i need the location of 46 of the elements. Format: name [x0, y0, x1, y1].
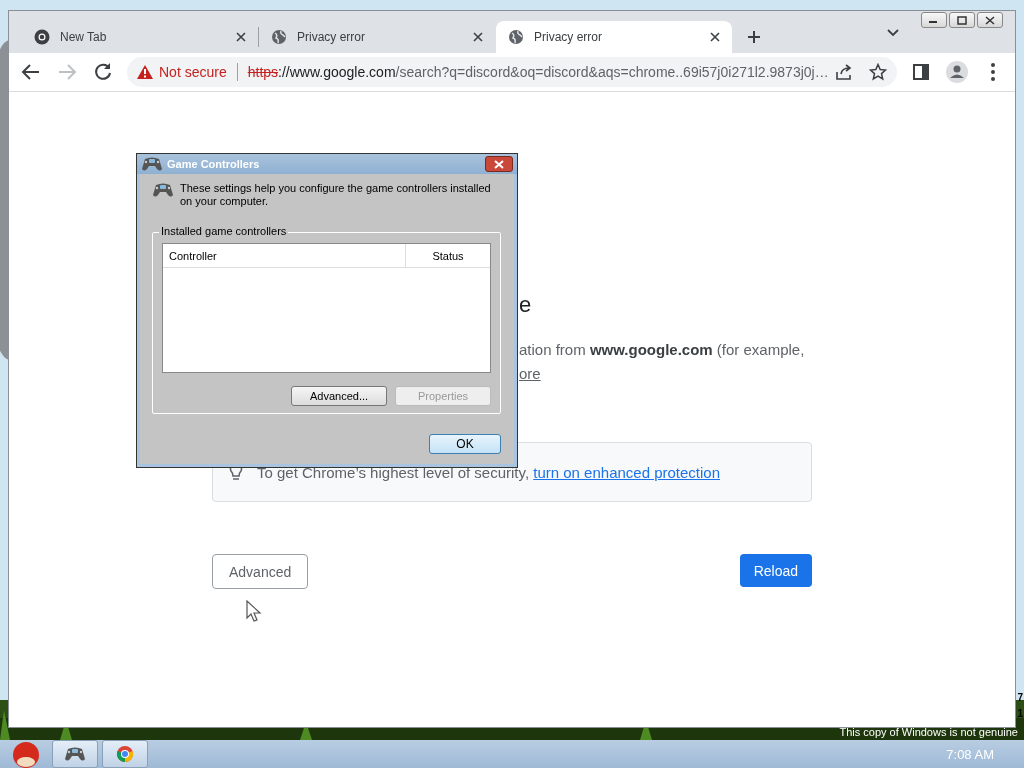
advanced-button[interactable]: Advanced [212, 554, 309, 589]
profile-icon[interactable] [945, 60, 969, 84]
gamepad-icon [152, 182, 174, 198]
ok-button[interactable]: OK [429, 434, 501, 454]
close-icon[interactable] [485, 156, 513, 172]
page-heading: e [519, 292, 533, 319]
reload-button[interactable]: Reload [739, 554, 812, 587]
gamepad-icon [64, 746, 86, 762]
desktop-text: 1 [1017, 708, 1023, 719]
browser-logo-icon [34, 29, 50, 45]
browser-tab[interactable]: Privacy error [496, 21, 732, 53]
close-icon[interactable] [710, 32, 720, 42]
minimize-icon[interactable] [921, 12, 947, 28]
desktop-text: 7 [1017, 692, 1023, 703]
browser-tab[interactable]: Privacy error [259, 21, 495, 53]
column-header[interactable]: Controller [163, 244, 406, 267]
cursor-icon [246, 600, 262, 624]
globe-icon [271, 29, 287, 45]
close-icon[interactable] [473, 32, 483, 42]
maximize-icon[interactable] [949, 12, 975, 28]
dialog-description: These settings help you configure the game controllers installed on your computer. [180, 182, 492, 208]
gamepad-icon [141, 156, 163, 172]
address-bar[interactable]: Not secure https://www.google.com/search?q=discord&oq=discord&aqs=chrome..69i57j0i271l2.9873j0j… [127, 57, 897, 87]
browser-tab[interactable]: New Tab [22, 21, 258, 53]
warning-paragraph: ation from www.google.com (for example, [519, 340, 806, 360]
close-icon[interactable] [977, 12, 1003, 28]
controllers-list[interactable]: Controller Status [162, 243, 491, 373]
group-label: Installed game controllers [159, 225, 289, 237]
star-icon[interactable] [869, 63, 887, 81]
taskbar-button[interactable] [52, 740, 98, 768]
globe-icon [508, 29, 524, 45]
url-text: https://www.google.com/search?q=discord&oq=discord&aqs=chrome..69i57j0i271l2.9873j0j… [247, 64, 829, 80]
browser-logo-icon [116, 745, 134, 763]
tip-text: To get Chrome’s highest level of security, turn on enhanced protection [257, 463, 721, 481]
enhanced-protection-link[interactable]: turn on enhanced protection [533, 463, 721, 481]
column-header[interactable]: Status [406, 244, 490, 267]
close-icon[interactable] [236, 32, 246, 42]
clock: 7:08 AM [946, 746, 994, 762]
chevron-down-icon[interactable] [887, 29, 899, 37]
warning-icon [137, 65, 153, 79]
taskbar-button[interactable] [102, 740, 148, 768]
dialog-title: Game Controllers [167, 158, 261, 170]
share-icon[interactable] [835, 64, 853, 80]
security-label[interactable]: Not secure [159, 64, 227, 80]
learn-more-link[interactable]: ore [519, 362, 541, 386]
dialog-button[interactable]: Advanced... [291, 386, 387, 406]
